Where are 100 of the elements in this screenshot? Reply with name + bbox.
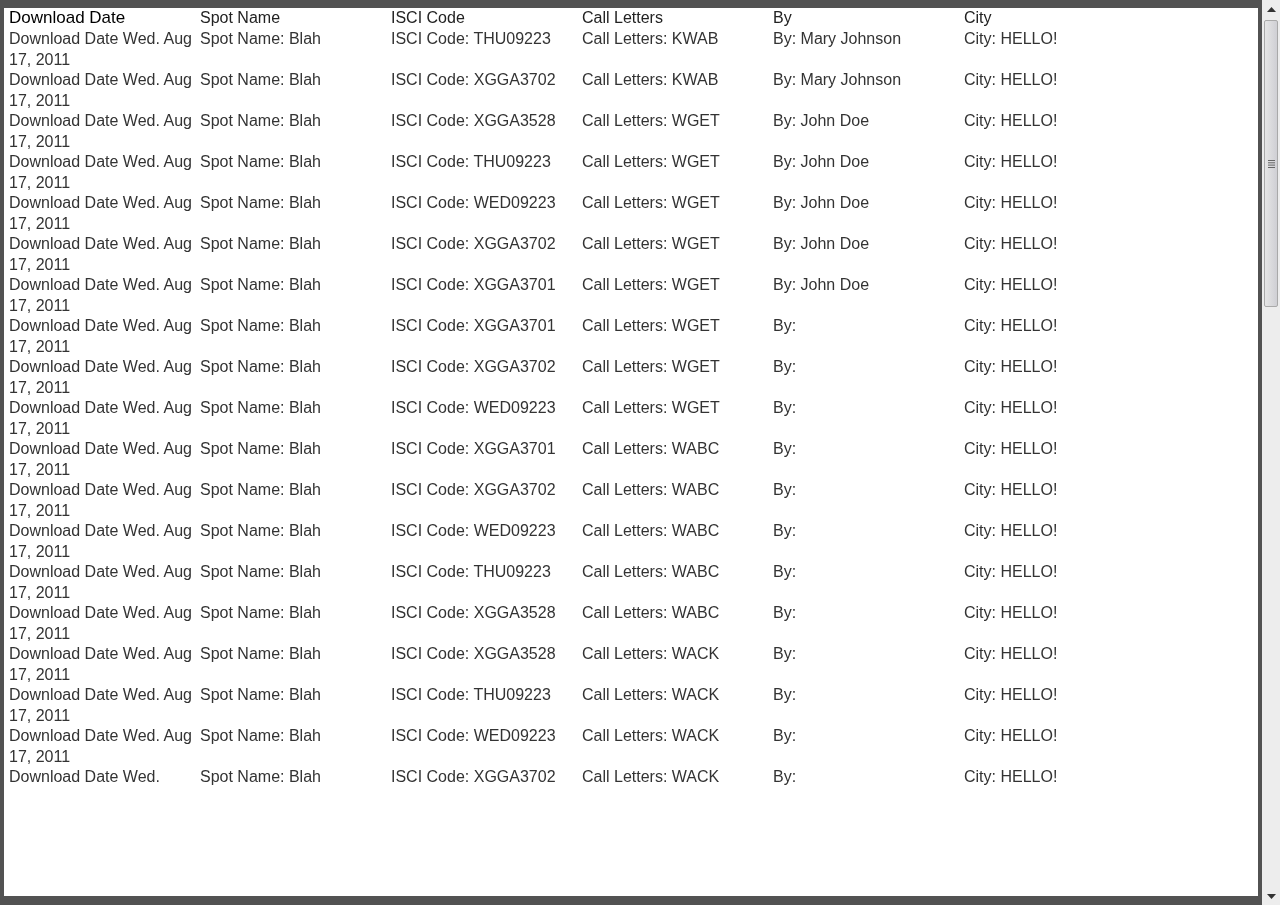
table-cell-text: Spot Name: Blah (200, 726, 321, 746)
table-cell-text: ISCI Code: XGGA3528 (391, 603, 556, 623)
column-header: City (964, 8, 992, 28)
table-cell-text: Download Date Wed. Aug 17, 2011 (9, 521, 193, 562)
table-cell-text: ISCI Code: XGGA3528 (391, 111, 556, 131)
table-cell-text: Spot Name: Blah (200, 111, 321, 131)
table-cell-text: Spot Name: Blah (200, 644, 321, 664)
table-cell-text: ISCI Code: XGGA3702 (391, 767, 556, 787)
table-cell-text: ISCI Code: XGGA3701 (391, 439, 556, 459)
table-cell-text: Download Date Wed. Aug 17, 2011 (9, 562, 193, 603)
table-cell-text: Spot Name: Blah (200, 685, 321, 705)
table-cell-text: City: HELLO! (964, 439, 1058, 459)
table-cell-text: Download Date Wed. Aug 17, 2011 (9, 70, 193, 111)
table-cell-text: Spot Name: Blah (200, 357, 321, 377)
table-cell-text: Download Date Wed. Aug 17, 2011 (9, 726, 193, 767)
table-cell-text: By: (773, 398, 797, 418)
table-cell-text: Spot Name: Blah (200, 29, 321, 49)
table-cell-text: Download Date Wed. Aug 17, 2011 (9, 193, 193, 234)
table-cell-text: ISCI Code: XGGA3702 (391, 234, 556, 254)
table-cell-text: Spot Name: Blah (200, 480, 321, 500)
table-cell-text: Spot Name: Blah (200, 70, 321, 90)
table-cell-text: ISCI Code: XGGA3702 (391, 357, 556, 377)
table-cell-text: Spot Name: Blah (200, 767, 321, 787)
table-cell-text: By: (773, 603, 797, 623)
table-cell-text: By: (773, 726, 797, 746)
table-cell-text: ISCI Code: XGGA3701 (391, 275, 556, 295)
table-cell-text: Download Date Wed. (9, 767, 160, 787)
table-cell-text: Call Letters: KWAB (582, 29, 719, 49)
table-cell-text: Call Letters: WGET (582, 193, 720, 213)
table-cell-text: Call Letters: WGET (582, 316, 720, 336)
table-cell-text: ISCI Code: WED09223 (391, 726, 556, 746)
table-cell-text: Call Letters: WGET (582, 275, 720, 295)
table-cell-text: By: John Doe (773, 275, 870, 295)
table-cell-text: City: HELLO! (964, 562, 1058, 582)
column-header: Call Letters (582, 8, 663, 28)
table-cell-text: By: (773, 480, 797, 500)
table-cell-text: Spot Name: Blah (200, 193, 321, 213)
table-cell-text: Call Letters: WGET (582, 398, 720, 418)
table-cell-text: City: HELLO! (964, 726, 1058, 746)
table-cell-text: Call Letters: WABC (582, 521, 720, 541)
table-cell-text: City: HELLO! (964, 603, 1058, 623)
table-cell-text: By: John Doe (773, 152, 870, 172)
table-cell-text: City: HELLO! (964, 111, 1058, 131)
column-header: Spot Name (200, 8, 281, 28)
table-cell-text: Download Date Wed. Aug 17, 2011 (9, 685, 193, 726)
table-cell-text: By: John Doe (773, 193, 870, 213)
table-cell-text: ISCI Code: XGGA3702 (391, 480, 556, 500)
table-cell-text: By: (773, 685, 797, 705)
table-cell-text: City: HELLO! (964, 480, 1058, 500)
table-cell-text: ISCI Code: XGGA3528 (391, 644, 556, 664)
table-cell-text: By: (773, 521, 797, 541)
scrollbar-thumb[interactable] (1264, 20, 1278, 307)
table-cell-text: Call Letters: WGET (582, 111, 720, 131)
table-cell-text: Spot Name: Blah (200, 152, 321, 172)
table-cell-text: By: (773, 767, 797, 787)
table-cell-text: ISCI Code: WED09223 (391, 193, 556, 213)
table-cell-text: City: HELLO! (964, 767, 1058, 787)
table-cell-text: Call Letters: WABC (582, 603, 720, 623)
table-cell-text: ISCI Code: THU09223 (391, 562, 551, 582)
table-cell-text: By: John Doe (773, 111, 870, 131)
table-cell-text: City: HELLO! (964, 275, 1058, 295)
table-cell-text: City: HELLO! (964, 193, 1058, 213)
table-cell-text: Download Date Wed. Aug 17, 2011 (9, 480, 193, 521)
table-cell-text: ISCI Code: WED09223 (391, 398, 556, 418)
table-cell-text: City: HELLO! (964, 644, 1058, 664)
table-cell-text: Download Date Wed. Aug 17, 2011 (9, 316, 193, 357)
table-cell-text: City: HELLO! (964, 521, 1058, 541)
table-cell-text: Call Letters: WGET (582, 357, 720, 377)
table-cell-text: ISCI Code: THU09223 (391, 685, 551, 705)
table-cell-text: By: (773, 316, 797, 336)
table-cell-text: Spot Name: Blah (200, 316, 321, 336)
table-cell-text: By: Mary Johnson (773, 29, 902, 49)
table-cell-text: ISCI Code: XGGA3702 (391, 70, 556, 90)
table-cell-text: City: HELLO! (964, 152, 1058, 172)
table-cell-text: Spot Name: Blah (200, 439, 321, 459)
table-cell-text: Download Date Wed. Aug 17, 2011 (9, 357, 193, 398)
grip-icon (1267, 159, 1275, 168)
table-cell-text: Spot Name: Blah (200, 398, 321, 418)
table-cell-text: By: (773, 439, 797, 459)
table-cell-text: By: Mary Johnson (773, 70, 902, 90)
table-cell-text: Spot Name: Blah (200, 234, 321, 254)
table-cell-text: City: HELLO! (964, 398, 1058, 418)
table-cell-text: Call Letters: WACK (582, 726, 720, 746)
table-cell-text: Download Date Wed. Aug 17, 2011 (9, 398, 193, 439)
table-cell-text: By: (773, 357, 797, 377)
table-cell-text: City: HELLO! (964, 70, 1058, 90)
table-cell-text: Spot Name: Blah (200, 275, 321, 295)
table-cell-text: By: (773, 644, 797, 664)
table-cell-text: ISCI Code: XGGA3701 (391, 316, 556, 336)
table-cell-text: ISCI Code: THU09223 (391, 29, 551, 49)
column-header: Download Date (9, 8, 126, 29)
table-cell-text: Download Date Wed. Aug 17, 2011 (9, 152, 193, 193)
table-cell-text: Call Letters: WACK (582, 685, 720, 705)
scrollbar[interactable] (1262, 0, 1280, 905)
column-header: ISCI Code (391, 8, 465, 28)
table-cell-text: Download Date Wed. Aug 17, 2011 (9, 439, 193, 480)
table-cell-text: City: HELLO! (964, 234, 1058, 254)
table-cell-text: Call Letters: WACK (582, 767, 720, 787)
table-cell-text: Call Letters: WACK (582, 644, 720, 664)
column-header: By (773, 8, 792, 28)
